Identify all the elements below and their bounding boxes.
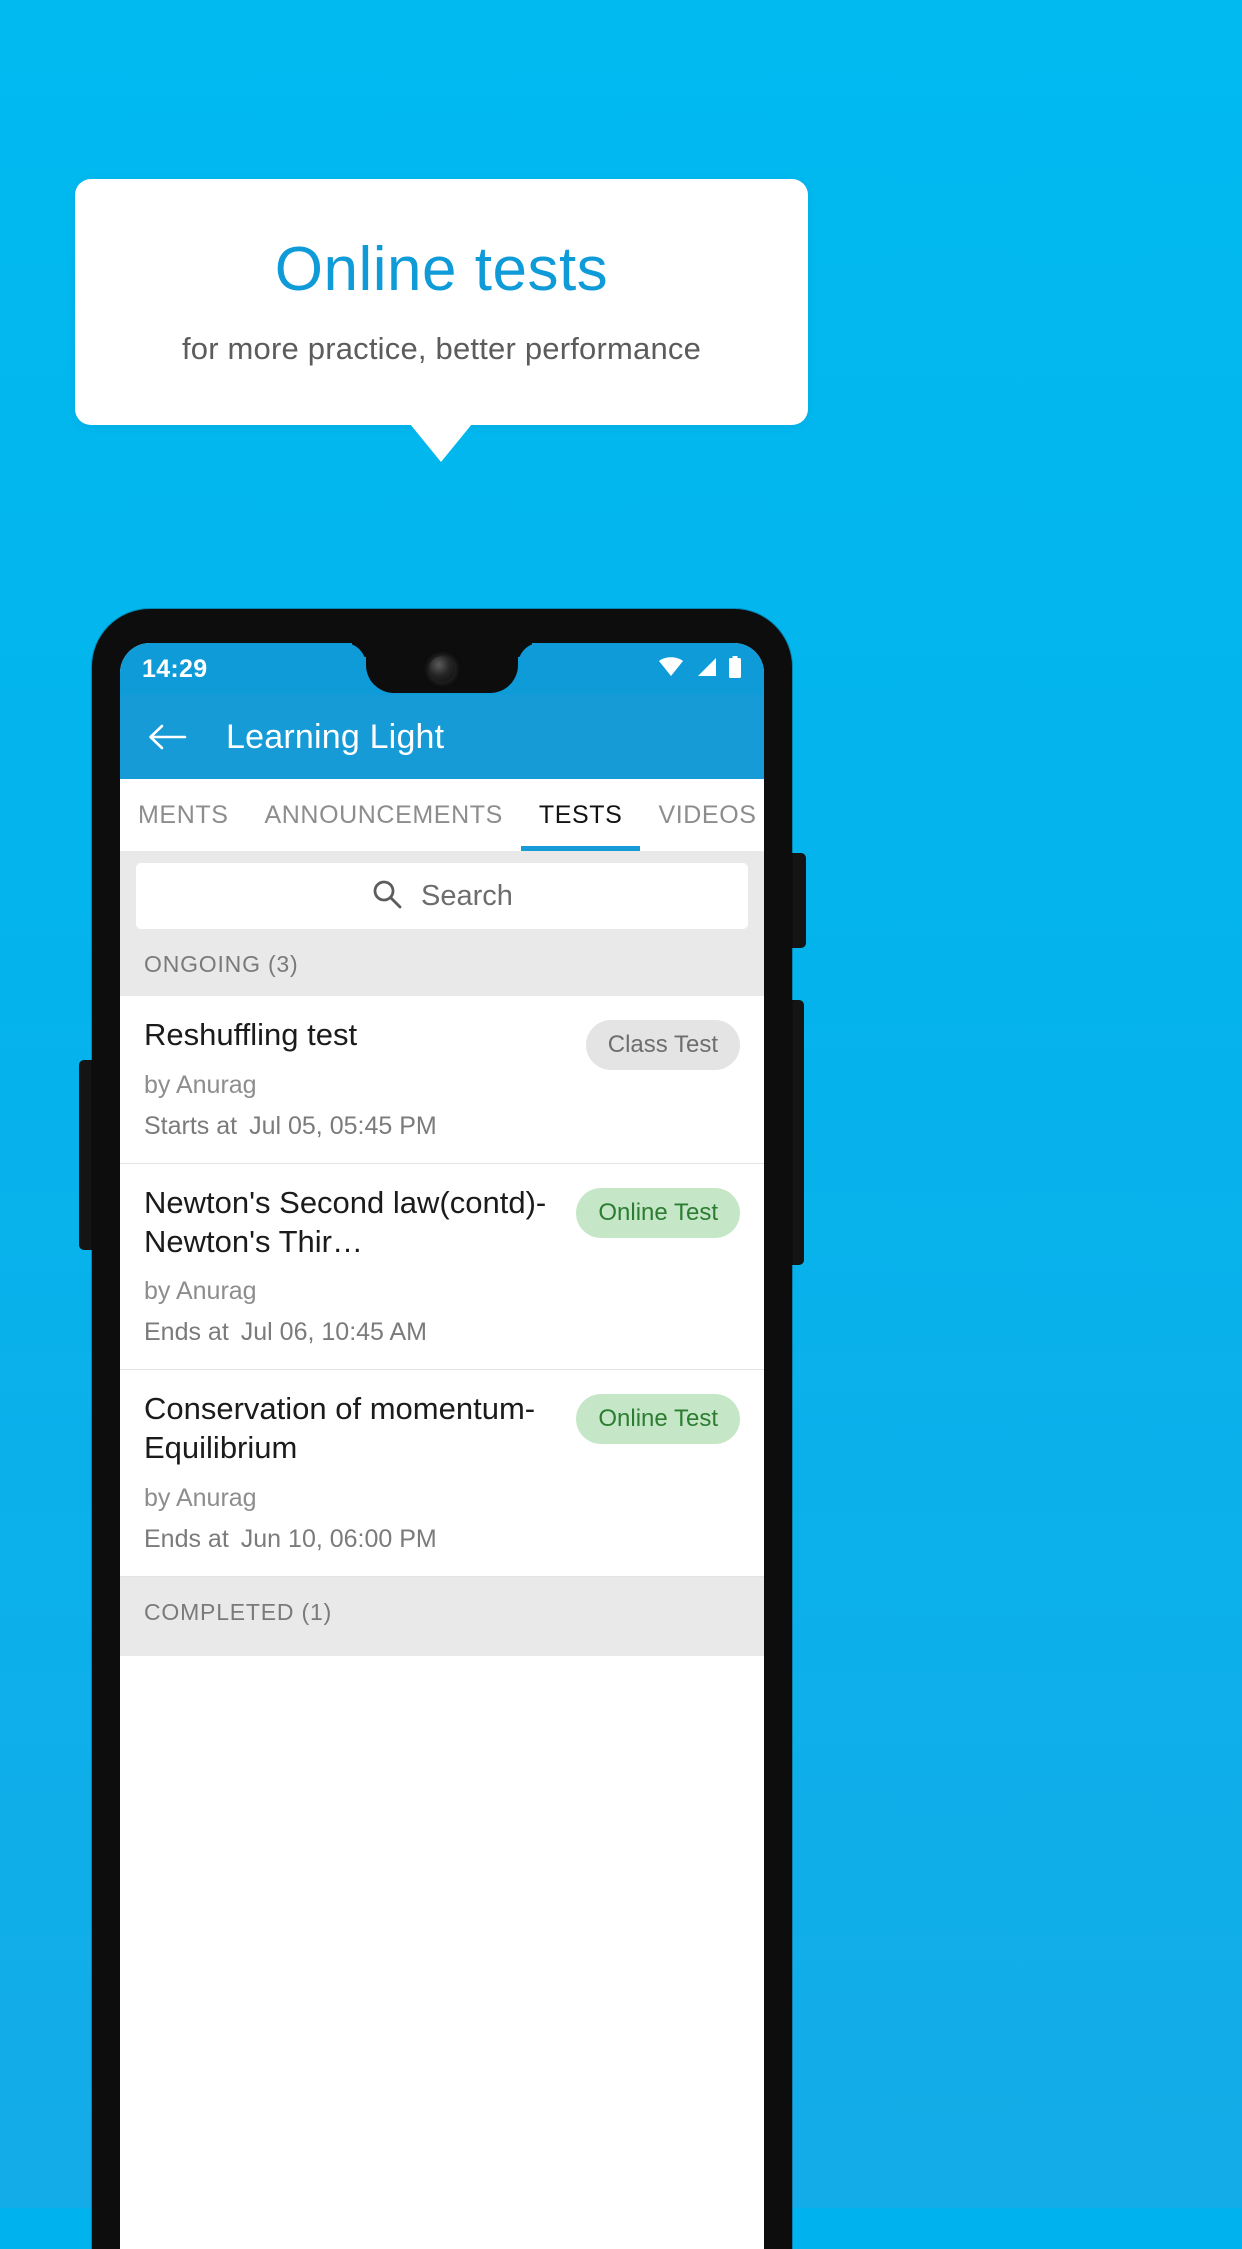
- phone-device-frame: 14:29 Learning Light MENTS ANNOUNCEMENTS…: [92, 609, 792, 2249]
- status-badge: Class Test: [585, 1020, 740, 1070]
- search-bar-container: Search: [120, 851, 764, 943]
- tab-announcements[interactable]: ANNOUNCEMENTS: [247, 779, 521, 851]
- test-time: Ends at Jun 10, 06:00 PM: [144, 1525, 562, 1554]
- tab-tests[interactable]: TESTS: [520, 779, 641, 851]
- test-title: Newton's Second law(contd)-Newton's Thir…: [144, 1184, 547, 1259]
- promo-card-tail: [410, 424, 472, 462]
- test-author: by Anurag: [144, 1483, 257, 1512]
- test-author: by Anurag: [144, 1277, 257, 1306]
- status-badge: Online Test: [576, 1187, 740, 1238]
- test-time-label: Ends at: [144, 1524, 229, 1553]
- status-bar-clock: 14:29: [142, 654, 208, 683]
- section-header-ongoing: ONGOING (3): [120, 943, 764, 996]
- test-title: Reshuffling test: [144, 1017, 358, 1052]
- phone-screen: 14:29 Learning Light MENTS ANNOUNCEMENTS…: [120, 643, 764, 2249]
- app-bar: Learning Light: [120, 695, 764, 779]
- promo-subtitle: for more practice, better performance: [181, 330, 702, 366]
- promo-title: Online tests: [274, 235, 609, 305]
- test-time-value: Jul 05, 05:45 PM: [249, 1111, 437, 1140]
- test-time-value: Jun 10, 06:00 PM: [240, 1524, 437, 1553]
- phone-button-right-upper: [790, 853, 806, 948]
- phone-notch: [366, 643, 518, 693]
- back-arrow-icon[interactable]: [144, 714, 190, 760]
- test-details: Conservation of momentum-Equilibrium by …: [144, 1390, 562, 1554]
- test-time-label: Ends at: [144, 1318, 229, 1347]
- tab-videos[interactable]: VIDEOS: [640, 779, 764, 851]
- test-title: Conservation of momentum-Equilibrium: [144, 1391, 536, 1465]
- test-details: Newton's Second law(contd)-Newton's Thir…: [144, 1184, 562, 1348]
- table-row[interactable]: Conservation of momentum-Equilibrium by …: [120, 1370, 764, 1577]
- page-title: Learning Light: [226, 717, 445, 756]
- tests-list: Reshuffling test by Anurag Starts at Jul …: [120, 996, 764, 1577]
- test-time: Ends at Jul 06, 10:45 AM: [144, 1318, 562, 1347]
- test-author: by Anurag: [144, 1070, 257, 1099]
- phone-button-left: [79, 1060, 93, 1250]
- phone-button-right-lower: [790, 1000, 804, 1265]
- tab-bar: MENTS ANNOUNCEMENTS TESTS VIDEOS: [120, 779, 764, 851]
- table-row[interactable]: Newton's Second law(contd)-Newton's Thir…: [120, 1164, 764, 1371]
- promo-card: Online tests for more practice, better p…: [75, 179, 808, 425]
- tab-assignments[interactable]: MENTS: [120, 779, 247, 851]
- signal-icon: [695, 657, 717, 682]
- section-header-completed: COMPLETED (1): [120, 1576, 764, 1656]
- table-row[interactable]: Reshuffling test by Anurag Starts at Jul …: [120, 996, 764, 1164]
- search-input[interactable]: Search: [136, 863, 748, 929]
- test-time: Starts at Jul 05, 05:45 PM: [144, 1112, 572, 1141]
- test-time-value: Jul 06, 10:45 AM: [240, 1318, 428, 1347]
- search-placeholder: Search: [421, 879, 513, 912]
- test-details: Reshuffling test by Anurag Starts at Jul …: [144, 1016, 572, 1141]
- search-icon: [371, 878, 403, 915]
- status-bar-icons: [658, 655, 742, 683]
- front-camera: [429, 656, 455, 682]
- battery-icon: [728, 655, 742, 683]
- status-bar: 14:29: [120, 643, 764, 695]
- status-badge: Online Test: [576, 1394, 740, 1445]
- wifi-icon: [658, 656, 684, 682]
- test-time-label: Starts at: [144, 1111, 238, 1140]
